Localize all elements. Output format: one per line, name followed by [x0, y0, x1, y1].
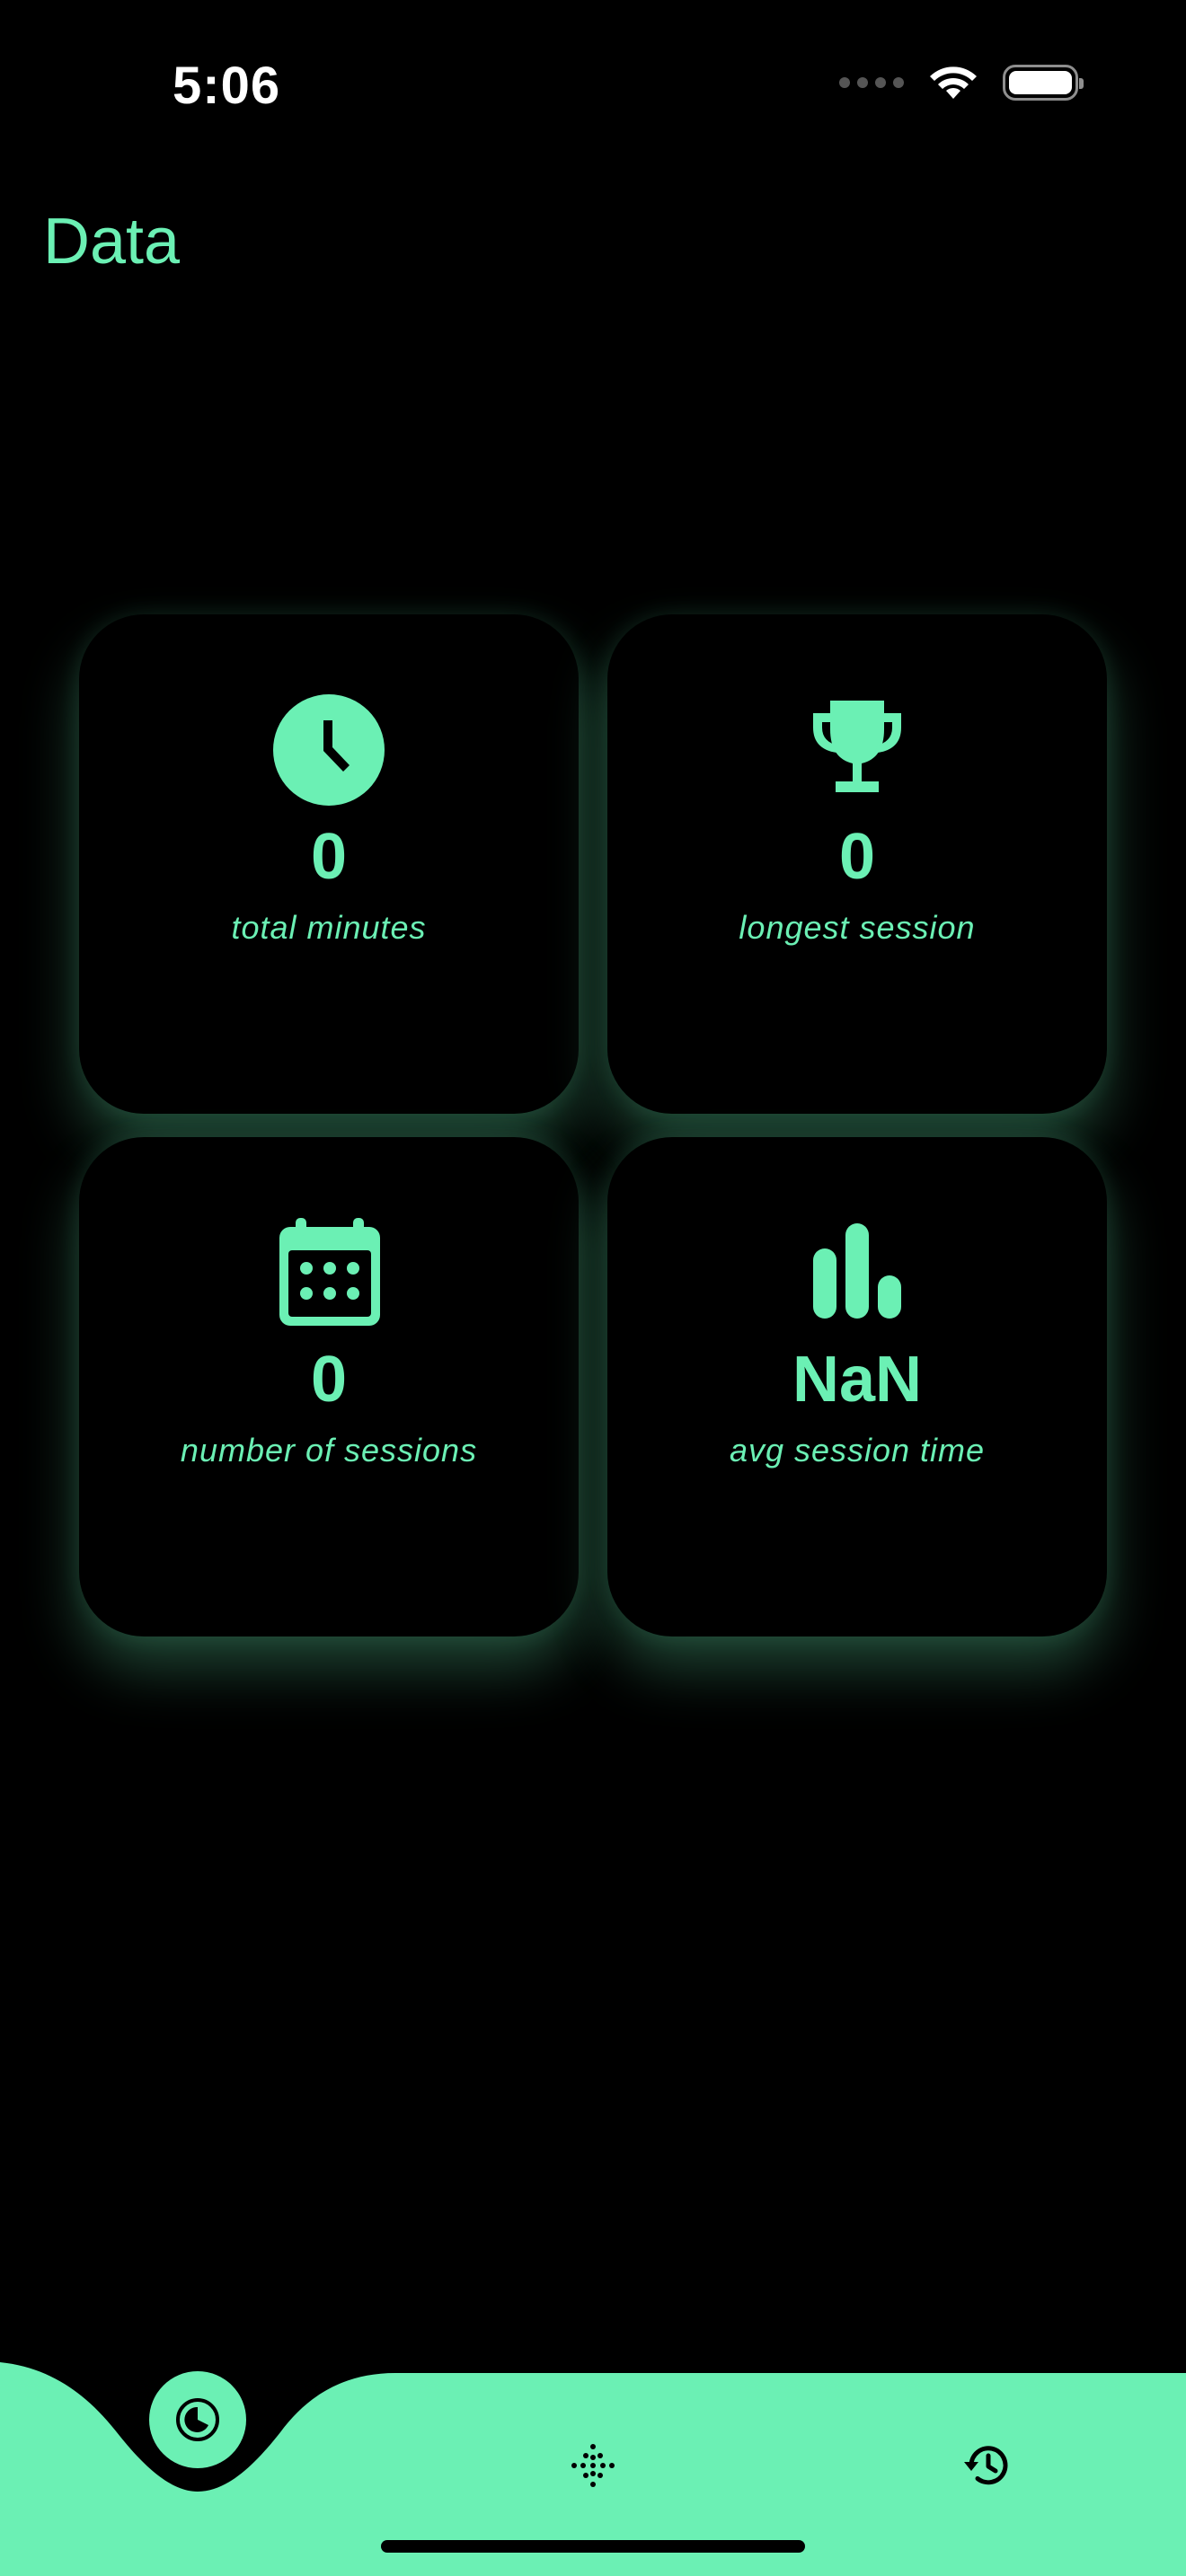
- breathe-dots-icon: [571, 2444, 615, 2487]
- stat-card-longest-session: 0 longest session: [607, 614, 1107, 1114]
- stat-card-total-minutes: 0 total minutes: [79, 614, 579, 1114]
- home-indicator[interactable]: [381, 2540, 805, 2553]
- wifi-icon: [930, 66, 977, 99]
- data-pie-icon: [176, 2398, 219, 2441]
- stat-value: 0: [838, 821, 876, 893]
- tab-data[interactable]: [149, 2371, 246, 2468]
- stat-card-avg-session-time: NaN avg session time: [607, 1137, 1107, 1636]
- tab-breathe[interactable]: [566, 2439, 620, 2492]
- history-icon: [964, 2446, 1008, 2485]
- stat-label: number of sessions: [180, 1432, 478, 1469]
- status-time: 5:06: [173, 57, 281, 115]
- stat-value: 0: [310, 1344, 348, 1416]
- stat-label: longest session: [739, 909, 976, 946]
- battery-icon: [1003, 65, 1084, 101]
- stat-card-number-of-sessions: 0 number of sessions: [79, 1137, 579, 1636]
- tab-history[interactable]: [961, 2439, 1015, 2492]
- clock-icon: [272, 693, 385, 807]
- calendar-icon: [272, 1216, 385, 1329]
- bar-chart-icon: [801, 1216, 914, 1329]
- cellular-signal-icon: [839, 77, 904, 88]
- stat-value: 0: [310, 821, 348, 893]
- stat-label: avg session time: [729, 1432, 986, 1469]
- trophy-icon: [801, 693, 914, 807]
- page-title: Data: [43, 206, 181, 278]
- stat-value: NaN: [792, 1344, 923, 1416]
- status-indicators: [839, 63, 1084, 102]
- stat-label: total minutes: [231, 909, 427, 946]
- stats-grid: 0 total minutes 0 longest session 0 numb…: [79, 614, 1107, 1636]
